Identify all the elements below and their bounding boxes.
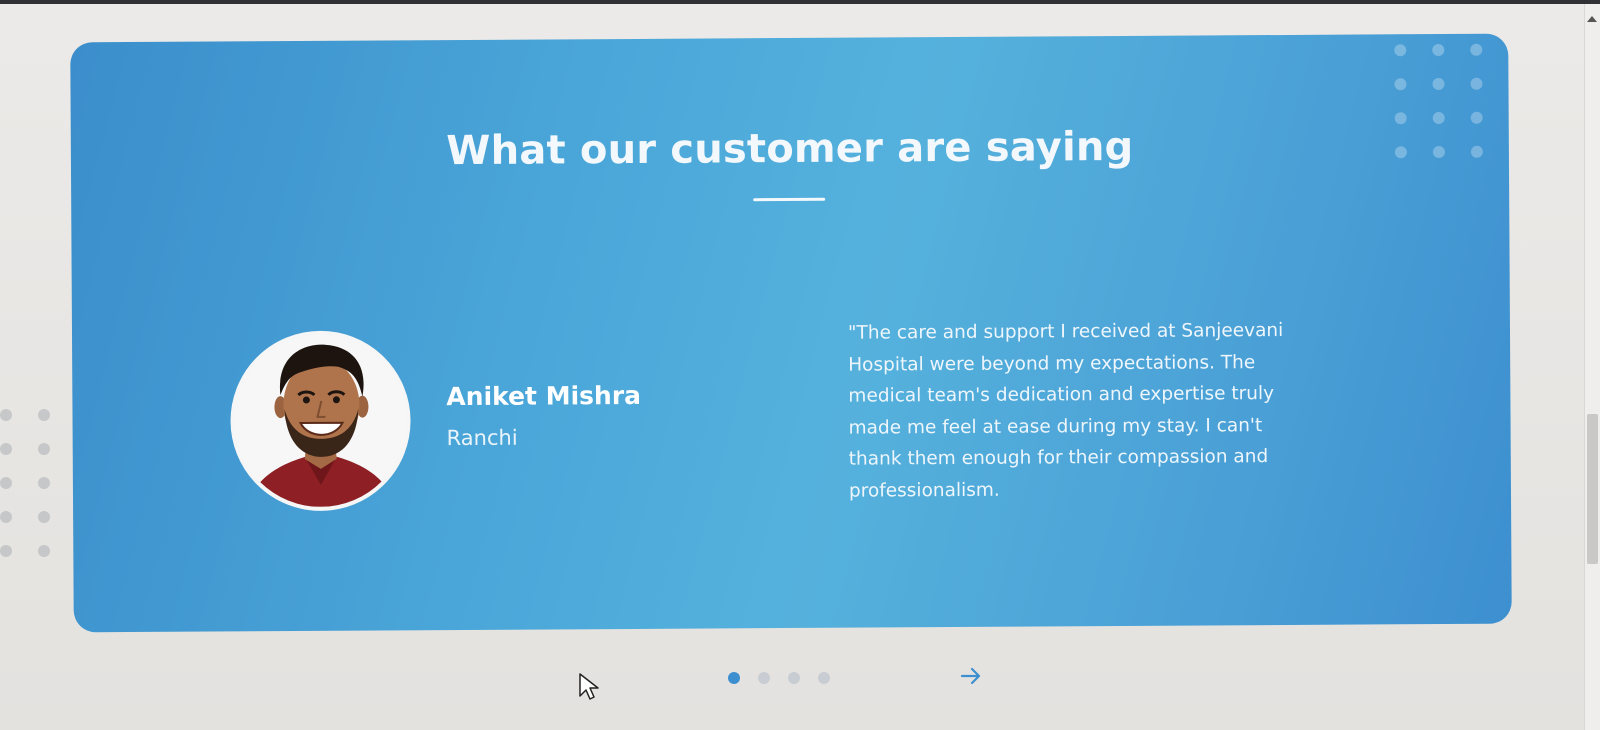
mouse-cursor-icon [579, 673, 599, 700]
testimonial-quote: "The care and support I received at Sanj… [847, 319, 1284, 502]
carousel-dot-2[interactable] [758, 672, 770, 684]
carousel-dot-4[interactable] [818, 672, 830, 684]
testimonial-card: What our customer are saying Aniket Mish… [70, 33, 1512, 633]
scrollbar-thumb[interactable] [1587, 414, 1598, 564]
section-title: What our customer are saying [446, 123, 1134, 175]
customer-photo [234, 334, 408, 508]
decorative-dots-left [0, 409, 50, 557]
arrow-right-icon [960, 667, 981, 685]
page-background: What our customer are saying Aniket Mish… [0, 4, 1600, 730]
page-scrollbar[interactable] [1584, 4, 1600, 730]
carousel-next-button[interactable] [958, 664, 984, 690]
customer-city: Ranchi [446, 425, 518, 451]
customer-avatar [229, 330, 412, 512]
carousel-pagination [728, 672, 830, 684]
carousel-dot-1[interactable] [728, 672, 740, 684]
customer-name: Aniket Mishra [446, 380, 642, 412]
carousel-dot-3[interactable] [788, 672, 800, 684]
title-underline [753, 197, 826, 202]
scroll-up-icon[interactable] [1587, 16, 1597, 22]
